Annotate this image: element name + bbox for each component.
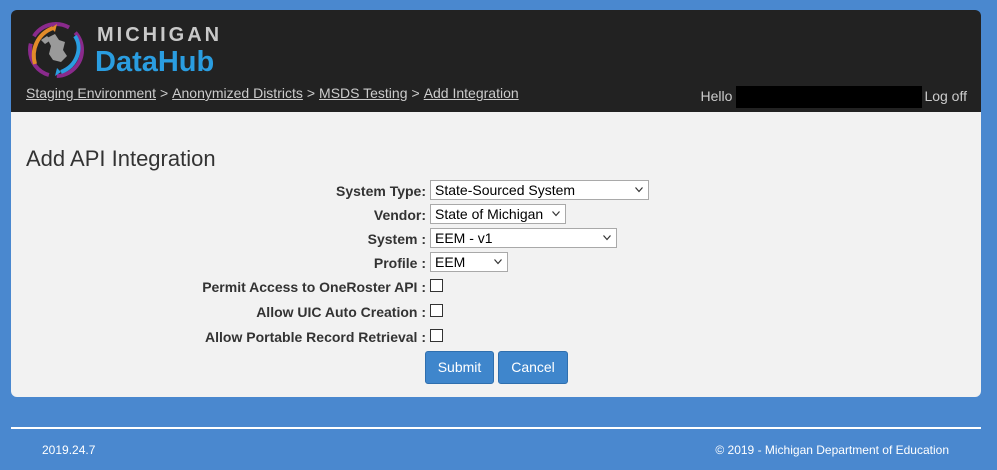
- chevron-down-icon: [603, 235, 611, 241]
- system-value: EEM - v1: [435, 230, 493, 246]
- logo-top-text: MICHIGAN: [97, 24, 223, 46]
- breadcrumb-add-integration[interactable]: Add Integration: [424, 85, 519, 101]
- logo-main-text: DataHub: [95, 46, 215, 78]
- chevron-down-icon: [552, 211, 560, 217]
- michigan-datahub-logo-icon: [28, 22, 84, 78]
- breadcrumb-staging-environment[interactable]: Staging Environment: [26, 85, 156, 101]
- system-type-value: State-Sourced System: [435, 182, 576, 198]
- app-root: MICHIGAN DataHub Staging Environment > Ano…: [0, 0, 997, 470]
- cancel-button[interactable]: Cancel: [498, 351, 568, 384]
- redacted-username: [736, 86, 923, 108]
- system-row: System : EEM - v1: [11, 228, 981, 250]
- header: MICHIGAN DataHub Staging Environment > Ano…: [11, 10, 981, 112]
- permit-oneroster-checkbox[interactable]: [430, 279, 443, 292]
- allow-portable-label: Allow Portable Record Retrieval :: [205, 329, 426, 345]
- system-type-label: System Type:: [336, 183, 426, 199]
- permit-oneroster-label: Permit Access to OneRoster API :: [202, 279, 426, 295]
- chevron-down-icon: [635, 187, 643, 193]
- page-title: Add API Integration: [26, 146, 216, 171]
- allow-uic-label: Allow UIC Auto Creation :: [256, 304, 426, 320]
- system-label: System :: [367, 231, 426, 247]
- permit-oneroster-row: Permit Access to OneRoster API :: [11, 276, 981, 298]
- profile-label: Profile :: [373, 255, 426, 271]
- breadcrumb-separator: >: [411, 85, 420, 101]
- footer-divider: [11, 427, 981, 429]
- logoff-link[interactable]: Log off: [924, 88, 967, 104]
- submit-button[interactable]: Submit: [425, 351, 494, 384]
- main-content: Add API Integration System Type: State-S…: [11, 112, 981, 397]
- version-text: 2019.24.7: [42, 443, 96, 457]
- allow-uic-row: Allow UIC Auto Creation :: [11, 301, 981, 323]
- breadcrumb-separator: >: [159, 85, 169, 101]
- system-select[interactable]: EEM - v1: [430, 228, 617, 248]
- vendor-row: Vendor: State of Michigan: [11, 204, 981, 226]
- logo[interactable]: MICHIGAN DataHub: [25, 18, 235, 82]
- vendor-value: State of Michigan: [435, 206, 544, 222]
- breadcrumb-separator: >: [306, 85, 316, 101]
- allow-portable-checkbox[interactable]: [430, 329, 443, 342]
- allow-uic-checkbox[interactable]: [430, 304, 443, 317]
- user-area: Hello Log off: [700, 85, 967, 108]
- system-type-select[interactable]: State-Sourced System: [430, 180, 649, 200]
- vendor-select[interactable]: State of Michigan: [430, 204, 566, 224]
- system-type-row: System Type: State-Sourced System: [11, 180, 981, 202]
- breadcrumb-anonymized-districts[interactable]: Anonymized Districts: [172, 85, 303, 101]
- greeting-text: Hello: [700, 88, 733, 104]
- copyright-text: © 2019 - Michigan Department of Educatio…: [715, 443, 949, 457]
- profile-select[interactable]: EEM: [430, 252, 508, 272]
- profile-value: EEM: [435, 254, 466, 270]
- profile-row: Profile : EEM: [11, 252, 981, 274]
- breadcrumb: Staging Environment > Anonymized Districts…: [26, 85, 519, 101]
- vendor-label: Vendor:: [373, 207, 426, 223]
- breadcrumb-msds-testing[interactable]: MSDS Testing: [319, 85, 407, 101]
- chevron-down-icon: [494, 259, 502, 265]
- allow-portable-row: Allow Portable Record Retrieval :: [11, 326, 981, 348]
